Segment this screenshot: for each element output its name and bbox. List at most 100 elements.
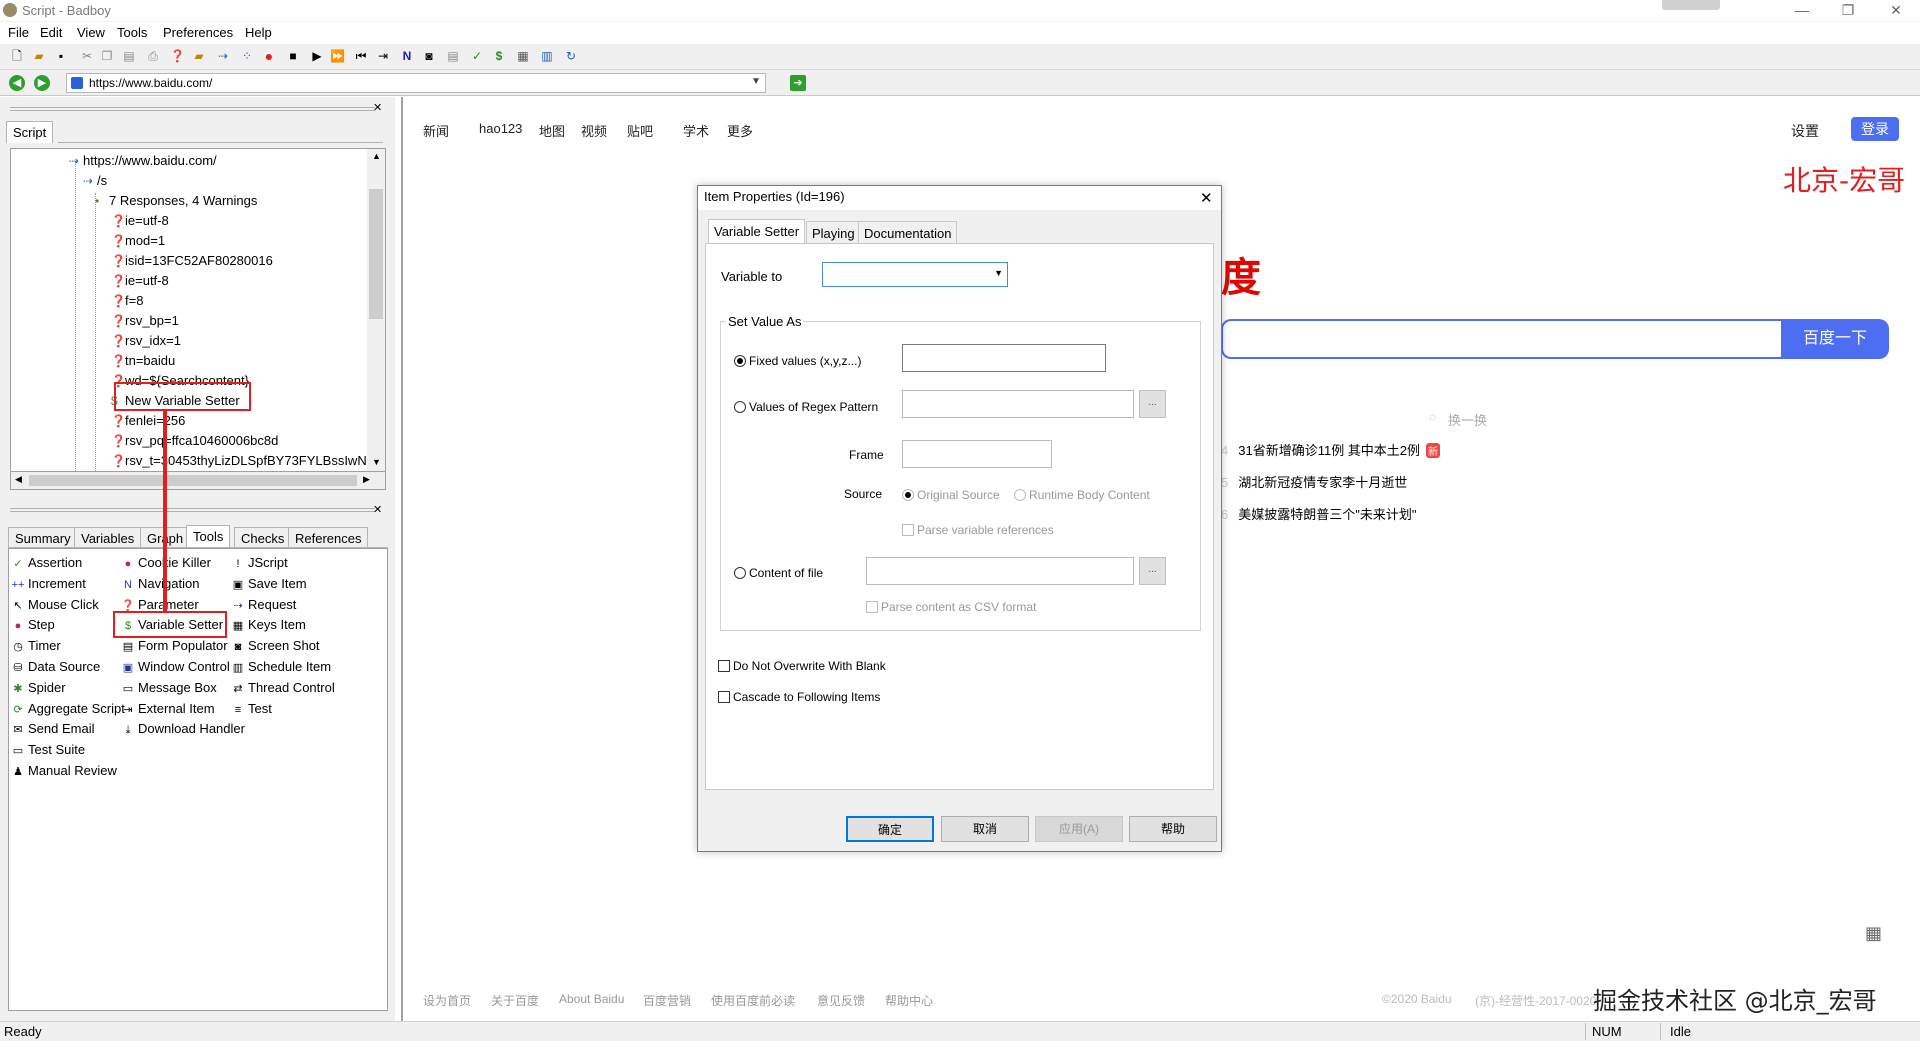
baidu-nav-link[interactable]: 新闻 <box>423 121 449 140</box>
menu-file[interactable]: File <box>8 25 29 40</box>
tree-item[interactable]: ❓rsv_idx=1 <box>111 333 181 353</box>
tree-item[interactable]: ❓f=8 <box>111 293 143 313</box>
thread-icon[interactable]: ↻ <box>564 49 578 63</box>
tab-references[interactable]: References <box>288 527 369 547</box>
tool-download-handler[interactable]: ⤓ Download Handler <box>121 721 245 741</box>
baidu-nav-link[interactable]: 学术 <box>683 121 709 140</box>
tree-item[interactable]: ⇢ https://www.baidu.com/ <box>69 153 217 173</box>
scroll-down-icon[interactable]: ▼ <box>372 457 381 467</box>
paste-icon[interactable]: ▤ <box>122 49 136 63</box>
tree-item[interactable]: ❓isid=13FC52AF80280016 <box>111 253 273 273</box>
hot-item[interactable]: 6 美媒披露特朗普三个"未来计划" <box>1221 504 1416 523</box>
original-source-radio[interactable]: Original Source <box>902 488 1000 502</box>
tree-item[interactable]: ❓rsv_t=30453thyLizDLSpfBY73FYLBssIwNJ <box>111 453 373 471</box>
tool-keys-item[interactable]: ▦ Keys Item <box>231 617 306 637</box>
navigation-icon[interactable]: N <box>400 49 414 63</box>
stop-icon[interactable]: ■ <box>286 49 300 63</box>
record-icon[interactable]: ● <box>262 49 276 63</box>
tree-item[interactable]: ❓ie=utf-8 <box>111 273 169 293</box>
keyboard-icon[interactable]: ▦ <box>516 49 530 63</box>
parameter-icon[interactable]: ❓ <box>170 49 185 63</box>
tab-documentation[interactable]: Documentation <box>858 221 958 243</box>
tool-test-suite[interactable]: ▭ Test Suite <box>11 742 85 762</box>
print-icon[interactable]: ⎙ <box>146 49 160 63</box>
tool-request[interactable]: ⇢ Request <box>231 597 296 617</box>
open-icon[interactable]: ▰ <box>32 49 46 63</box>
tree-vscroll-thumb[interactable] <box>369 189 383 319</box>
close-panel-icon[interactable]: ✕ <box>373 101 382 114</box>
file-browse-button[interactable]: ... <box>1139 557 1166 585</box>
copy-icon[interactable]: ❐ <box>100 49 114 63</box>
tree-item[interactable]: • 7 Responses, 4 Warnings <box>95 193 257 213</box>
baidu-footer-link[interactable]: About Baidu <box>559 992 624 1006</box>
dialog-close-icon[interactable]: ✕ <box>1200 189 1213 207</box>
tree-item[interactable]: ⇢/s <box>83 173 107 193</box>
frame-input[interactable] <box>902 440 1052 468</box>
tool-jscript[interactable]: ! JScript <box>231 555 287 575</box>
hot-item[interactable]: 5 湖北新冠疫情专家李十月逝世 <box>1221 472 1407 491</box>
baidu-nav-link[interactable]: 地图 <box>539 121 565 140</box>
play-request-icon[interactable]: ⇥ <box>376 49 390 63</box>
tool-navigation[interactable]: N Navigation <box>121 576 199 596</box>
tree-item[interactable]: ❓ie=utf-8 <box>111 213 169 233</box>
tab-tools[interactable]: Tools <box>186 525 231 547</box>
close-panel-icon[interactable]: ✕ <box>373 503 382 516</box>
dollar-icon[interactable]: $ <box>492 49 506 63</box>
minimize-icon[interactable]: — <box>1782 0 1822 22</box>
hot-item[interactable]: 4 31省新增确诊11例 其中本土2例新 <box>1221 440 1441 459</box>
baidu-footer-link[interactable]: 帮助中心 <box>885 992 933 1009</box>
tool-message-box[interactable]: ▭ Message Box <box>121 680 217 700</box>
check-icon[interactable]: ✓ <box>470 49 484 63</box>
baidu-nav-link[interactable]: 视频 <box>581 121 607 140</box>
tree-item[interactable]: ❓tn=baidu <box>111 353 175 373</box>
tool-spider[interactable]: ✱ Spider <box>11 680 65 700</box>
tool-save-item[interactable]: ▣ Save Item <box>231 576 307 596</box>
tab-checks[interactable]: Checks <box>234 527 292 547</box>
menu-preferences[interactable]: Preferences <box>163 25 233 40</box>
add-step-icon[interactable]: ⁘ <box>240 49 254 63</box>
tool-aggregate-script[interactable]: ⟳ Aggregate Script <box>11 701 124 721</box>
baidu-login-button[interactable]: 登录 <box>1851 117 1899 141</box>
ok-button[interactable]: 确定 <box>846 816 934 842</box>
save-icon[interactable]: ▪ <box>54 49 68 63</box>
content-of-file-input[interactable] <box>866 557 1134 585</box>
tool-schedule-item[interactable]: ▥ Schedule Item <box>231 659 331 679</box>
form-icon[interactable]: ▤ <box>446 49 460 63</box>
tree-hscroll[interactable]: ◀ ▶ <box>10 472 386 490</box>
tree-item[interactable]: ❓fenlei=256 <box>111 413 185 433</box>
url-input[interactable]: https://www.baidu.com/ ▼ <box>66 73 766 93</box>
regex-browse-button[interactable]: ... <box>1139 390 1166 418</box>
runtime-body-radio[interactable]: Runtime Body Content <box>1014 488 1150 502</box>
baidu-search-input[interactable] <box>1221 319 1781 359</box>
baidu-nav-link[interactable]: 贴吧 <box>627 121 653 140</box>
tool-timer[interactable]: ◷ Timer <box>11 638 61 658</box>
baidu-search-button[interactable]: 百度一下 <box>1781 319 1889 359</box>
tool-test[interactable]: ≡ Test <box>231 701 272 721</box>
new-icon[interactable]: 🗋 <box>10 49 24 63</box>
menu-help[interactable]: Help <box>245 25 272 40</box>
menu-tools[interactable]: Tools <box>117 25 147 40</box>
baidu-settings-link[interactable]: 设置 <box>1791 121 1819 141</box>
tool-assertion[interactable]: ✓ Assertion <box>11 555 82 575</box>
tool-screen-shot[interactable]: ◙ Screen Shot <box>231 638 320 658</box>
tree-item[interactable]: ❓rsv_bp=1 <box>111 313 179 333</box>
baidu-nav-link[interactable]: 更多 <box>727 121 753 140</box>
no-overwrite-checkbox[interactable]: Do Not Overwrite With Blank <box>718 659 886 673</box>
chevron-down-icon[interactable]: ▼ <box>751 76 761 87</box>
variable-to-select[interactable]: ▼ <box>822 262 1008 287</box>
tool-window-control[interactable]: ▣ Window Control <box>121 659 230 679</box>
scroll-up-icon[interactable]: ▲ <box>372 151 381 161</box>
forward-icon[interactable]: ▶ <box>34 75 50 91</box>
restore-icon[interactable]: ❐ <box>1828 0 1868 22</box>
back-icon[interactable]: ◀ <box>9 75 25 91</box>
baidu-footer-link[interactable]: 关于百度 <box>491 992 539 1009</box>
tool-step[interactable]: ● Step <box>11 617 55 637</box>
add-folder-icon[interactable]: ▰ <box>192 49 206 63</box>
baidu-footer-link[interactable]: 百度营销 <box>643 992 691 1009</box>
regex-radio[interactable]: Values of Regex Pattern <box>734 399 878 414</box>
tab-variables[interactable]: Variables <box>74 527 142 547</box>
parse-csv-checkbox[interactable]: Parse content as CSV format <box>866 600 1036 614</box>
tool-thread-control[interactable]: ⇄ Thread Control <box>231 680 334 700</box>
regex-input[interactable] <box>902 390 1134 418</box>
refresh-icon[interactable]: ◌ <box>1429 410 1436 424</box>
